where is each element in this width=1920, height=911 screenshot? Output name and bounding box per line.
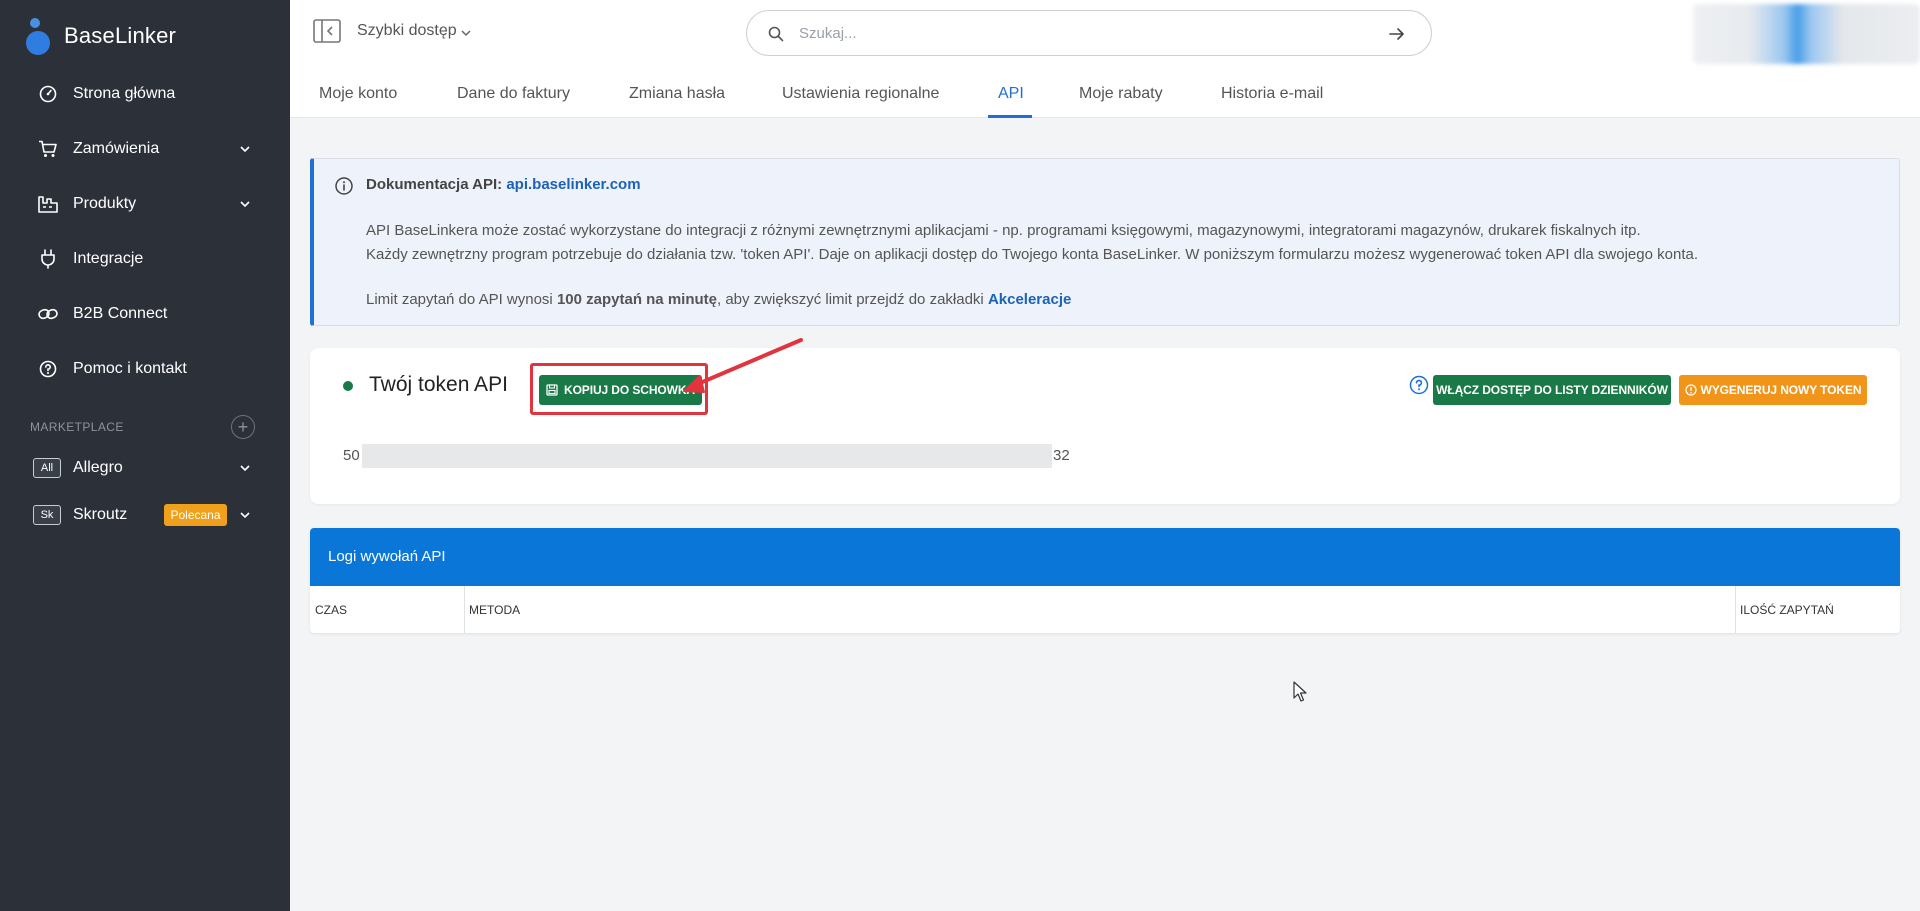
logo-text: BaseLinker — [64, 23, 177, 48]
tab-my-discounts[interactable]: Moje rabaty — [1079, 70, 1163, 118]
logs-column-headers: CZAS METODA ILOŚĆ ZAPYTAŃ — [310, 586, 1900, 633]
api-docs-link[interactable]: api.baselinker.com — [506, 176, 640, 193]
recommended-badge: Polecana — [164, 504, 227, 526]
api-logs-table: Logi wywołań API CZAS METODA ILOŚĆ ZAPYT… — [310, 528, 1900, 633]
generate-new-token-button[interactable]: WYGENERUJ NOWY TOKEN — [1679, 375, 1867, 405]
logs-header: Logi wywołań API — [310, 528, 1900, 586]
chevron-down-icon[interactable] — [238, 461, 252, 475]
info-icon — [335, 177, 353, 195]
tab-regional-settings[interactable]: Ustawienia regionalne — [782, 70, 939, 118]
top-header: Szybki dostęp Moje konto Dane do faktury… — [290, 0, 1920, 118]
api-limit-text-2: , aby zwiększyć limit przejdź do zakładk… — [717, 291, 988, 308]
sidebar-item-label: Zamówienia — [73, 140, 160, 157]
sidebar-item-label: Integracje — [73, 250, 144, 267]
user-avatar[interactable] — [1693, 4, 1920, 64]
logo[interactable]: BaseLinker — [26, 18, 177, 55]
help-icon[interactable] — [1409, 375, 1429, 395]
api-token-card: Twój token API KOPIUJ DO SCHOWKA WŁĄCZ D… — [310, 348, 1900, 504]
logs-title: Logi wywołań API — [328, 548, 446, 565]
sidebar-item-label: Skroutz — [73, 506, 128, 523]
api-description: API BaseLinkera może zostać wykorzystane… — [366, 222, 1641, 239]
plug-icon — [38, 249, 58, 269]
api-limit-value: 100 zapytań na minutę — [556, 291, 717, 308]
sidebar-item-label: B2B Connect — [73, 305, 168, 322]
active-tab-indicator — [988, 115, 1032, 118]
api-info-box: Dokumentacja API: api.baselinker.com API… — [310, 158, 1900, 326]
api-docs-label: Dokumentacja API: — [366, 176, 503, 193]
tab-my-account[interactable]: Moje konto — [319, 70, 397, 118]
copy-to-clipboard-button[interactable]: KOPIUJ DO SCHOWKA — [539, 375, 702, 405]
api-limit-text: Limit zapytań do API wynosi — [366, 291, 557, 308]
arrow-right-icon[interactable] — [1387, 24, 1407, 44]
column-divider — [1735, 586, 1736, 633]
link-icon — [38, 304, 58, 324]
tab-api[interactable]: API — [998, 70, 1024, 118]
sidebar-toggle-icon[interactable] — [313, 19, 341, 43]
save-icon — [546, 384, 558, 396]
sidebar-item-label: Produkty — [73, 195, 137, 212]
tab-invoice-data[interactable]: Dane do faktury — [457, 70, 570, 118]
account-tabs: Moje konto Dane do faktury Zmiana hasła … — [290, 70, 1920, 118]
cart-icon — [38, 139, 58, 159]
sidebar-item-integrations[interactable]: Integracje — [0, 237, 290, 281]
sidebar-item-orders[interactable]: Zamówienia — [0, 127, 290, 171]
sidebar: BaseLinker Strona główna Zamówienia Prod… — [0, 0, 290, 911]
marketplace-badge: Sk — [33, 505, 61, 525]
chevron-down-icon[interactable] — [238, 508, 252, 522]
token-title: Twój token API — [369, 373, 508, 396]
generate-button-label: WYGENERUJ NOWY TOKEN — [1700, 383, 1862, 397]
dashboard-icon — [38, 84, 58, 104]
column-method[interactable]: METODA — [469, 586, 520, 633]
sidebar-item-home[interactable]: Strona główna — [0, 72, 290, 116]
alert-icon — [1684, 384, 1697, 396]
chevron-down-icon[interactable] — [238, 142, 252, 156]
token-masked-value[interactable] — [362, 444, 1052, 468]
products-icon — [38, 194, 58, 214]
sidebar-item-label: Pomoc i kontakt — [73, 360, 187, 377]
search-input[interactable] — [799, 19, 1359, 47]
marketplace-section-label: MARKETPLACE — [30, 420, 124, 434]
sidebar-item-skroutz[interactable]: Sk Skroutz Polecana — [0, 493, 290, 537]
search-icon — [768, 26, 784, 42]
api-token-description: Każdy zewnętrzny program potrzebuje do d… — [366, 246, 1698, 263]
sidebar-item-label: Strona główna — [73, 85, 176, 102]
column-time[interactable]: CZAS — [315, 586, 347, 633]
chevron-down-icon[interactable] — [460, 27, 472, 39]
quick-access-label[interactable]: Szybki dostęp — [357, 22, 457, 40]
api-limit-line: Limit zapytań do API wynosi 100 zapytań … — [366, 291, 1071, 308]
api-docs-line: Dokumentacja API: api.baselinker.com — [366, 176, 641, 193]
search-bar — [746, 10, 1432, 56]
baselinker-logo-icon — [26, 18, 56, 55]
chevron-down-icon[interactable] — [238, 197, 252, 211]
column-divider — [464, 586, 465, 633]
sidebar-item-label: Allegro — [73, 459, 123, 476]
token-suffix: 32 — [1053, 447, 1070, 464]
help-icon — [38, 359, 58, 379]
sidebar-item-b2b[interactable]: B2B Connect — [0, 292, 290, 336]
sidebar-item-help[interactable]: Pomoc i kontakt — [0, 347, 290, 391]
add-marketplace-icon[interactable]: + — [231, 415, 255, 439]
acceleration-link[interactable]: Akceleracje — [988, 291, 1071, 308]
marketplace-badge: All — [33, 458, 61, 478]
tab-change-password[interactable]: Zmiana hasła — [629, 70, 725, 118]
enable-logs-access-button[interactable]: WŁĄCZ DOSTĘP DO LISTY DZIENNIKÓW — [1433, 375, 1671, 405]
copy-button-label: KOPIUJ DO SCHOWKA — [564, 383, 695, 397]
column-request-count[interactable]: ILOŚĆ ZAPYTAŃ — [1740, 586, 1834, 633]
token-status-dot — [343, 381, 353, 391]
mouse-cursor-icon — [1293, 681, 1307, 702]
sidebar-item-allegro[interactable]: All Allegro — [0, 446, 290, 490]
sidebar-item-products[interactable]: Produkty — [0, 182, 290, 226]
tab-email-history[interactable]: Historia e-mail — [1221, 70, 1323, 118]
token-prefix: 50 — [343, 447, 360, 464]
